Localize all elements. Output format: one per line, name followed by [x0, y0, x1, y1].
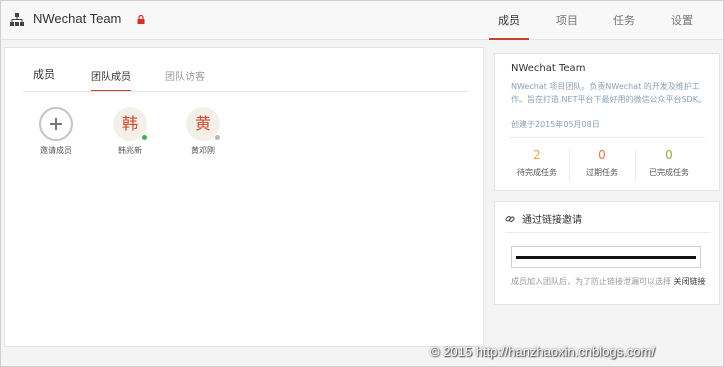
stat-divider — [635, 149, 636, 181]
link-icon — [505, 215, 515, 223]
offline-status-icon — [214, 134, 221, 141]
member-name: 黄邓刚 — [191, 146, 215, 155]
nav-projects[interactable]: 项目 — [547, 0, 587, 40]
member-card[interactable]: 黄 黄邓刚 — [173, 107, 233, 156]
stat-label: 过期任务 — [586, 168, 618, 177]
info-divider — [509, 137, 705, 138]
avatar[interactable]: 黄 — [186, 107, 221, 141]
nav-settings[interactable]: 设置 — [662, 0, 702, 40]
invite-label: 邀请成员 — [40, 146, 72, 155]
watermark: © 2015 http://hanzhaoxin.cnblogs.com/ — [430, 344, 655, 359]
invite-divider — [505, 232, 711, 233]
stat-label: 已完成任务 — [649, 168, 689, 177]
members-panel-title: 成员 — [33, 68, 55, 81]
project-info-panel: NWechat Team NWechat 项目团队。负责NWechat 的开发及… — [494, 53, 720, 191]
nav-members[interactable]: 成员 — [489, 0, 529, 40]
nav-tasks[interactable]: 任务 — [604, 0, 644, 40]
tab-team-members[interactable]: 团队成员 — [91, 68, 131, 92]
stat-value: 2 — [533, 148, 541, 162]
online-status-icon — [141, 134, 148, 141]
close-link-button[interactable]: 关闭链接 — [674, 277, 706, 286]
stat-value: 0 — [665, 148, 673, 162]
invite-link-field[interactable] — [511, 246, 701, 268]
avatar[interactable]: 韩 — [113, 107, 148, 141]
member-card[interactable]: 韩 韩兆新 — [100, 107, 160, 156]
team-hierarchy-icon — [10, 13, 24, 26]
stat-value: 0 — [598, 148, 606, 162]
stat-overdue-tasks[interactable]: 0 过期任务 — [570, 148, 634, 178]
avatar-char: 韩 — [121, 114, 138, 133]
stat-label: 待完成任务 — [517, 168, 557, 177]
invite-note: 成员加入团队后，为了防止链接泄漏可以选择 关闭链接 — [511, 276, 711, 288]
team-name[interactable]: NWechat Team — [33, 11, 121, 26]
invite-link-title: 通过链接邀请 — [522, 215, 582, 226]
avatar-char: 黄 — [194, 114, 211, 133]
tab-team-visitors[interactable]: 团队访客 — [165, 68, 205, 92]
tab-divider — [23, 91, 469, 92]
member-name: 韩兆新 — [118, 146, 142, 155]
invite-link-panel: 通过链接邀请 成员加入团队后，为了防止链接泄漏可以选择 关闭链接 — [494, 201, 720, 305]
members-panel: 成员 团队成员 团队访客 邀请成员 韩 韩兆新 黄 黄邓刚 — [4, 47, 484, 347]
lock-icon — [137, 15, 145, 24]
project-title: NWechat Team — [511, 63, 586, 74]
project-created-date: 创建于2015年05月08日 — [511, 120, 600, 129]
project-description: NWechat 项目团队。负责NWechat 的开发及维护工作。旨在打造.NET… — [511, 82, 706, 104]
invite-note-text: 成员加入团队后，为了防止链接泄漏可以选择 — [511, 277, 671, 286]
top-bar: NWechat Team 成员 项目 任务 设置 — [0, 0, 724, 40]
stat-pending-tasks[interactable]: 2 待完成任务 — [505, 148, 569, 178]
invite-member-button[interactable]: 邀请成员 — [26, 107, 86, 156]
stat-completed-tasks[interactable]: 0 已完成任务 — [637, 148, 701, 178]
redacted-link — [516, 256, 696, 259]
invite-avatar[interactable] — [39, 107, 73, 141]
